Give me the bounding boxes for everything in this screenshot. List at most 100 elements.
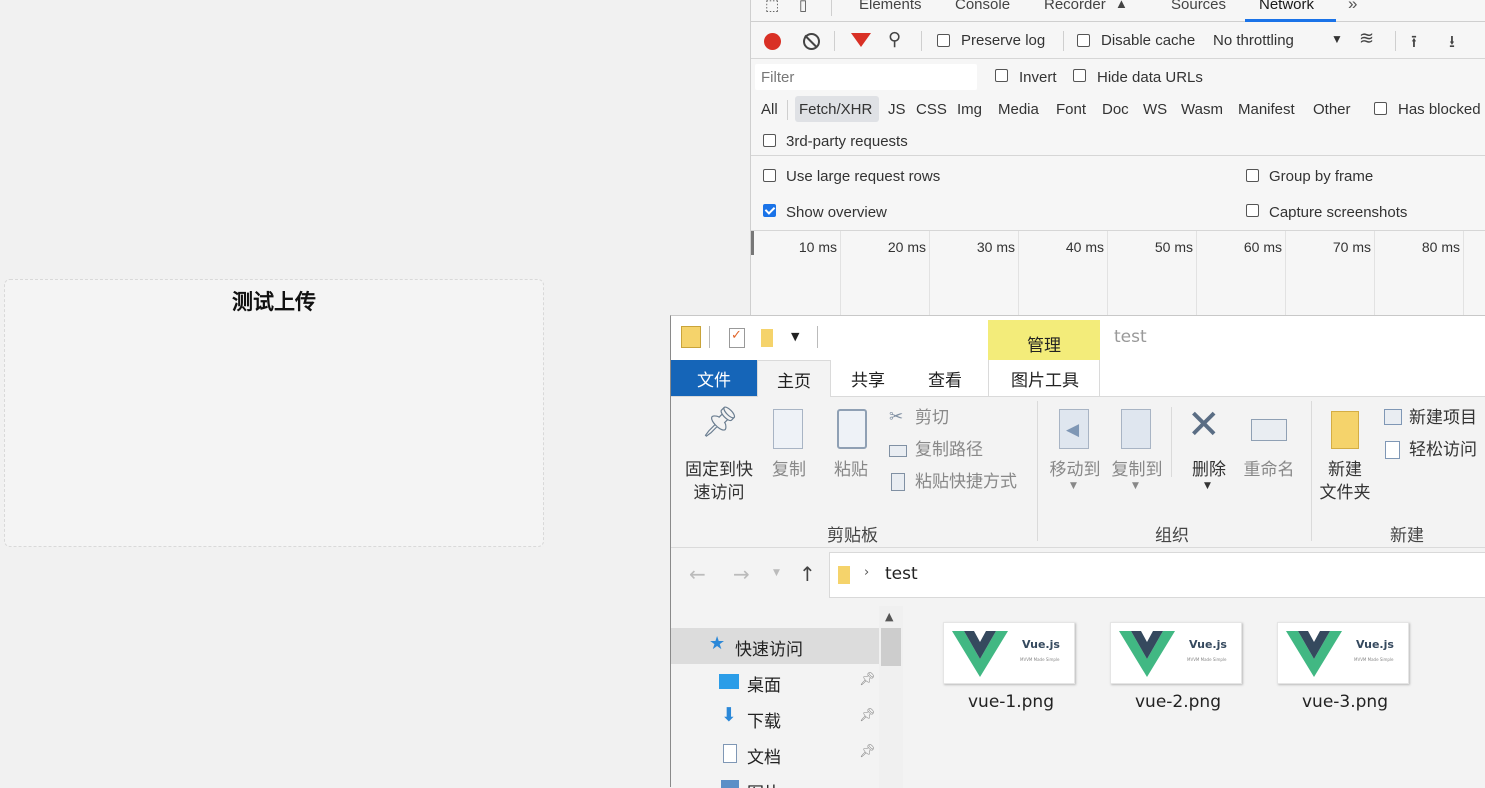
pin-icon[interactable]: 📌︎: [859, 672, 876, 687]
new-item-button[interactable]: 新建项目: [1409, 407, 1477, 430]
tab-file[interactable]: 文件: [671, 360, 757, 396]
divider: [831, 0, 832, 16]
more-tabs-icon[interactable]: »: [1348, 0, 1357, 14]
tab-elements[interactable]: Elements: [859, 0, 922, 13]
search-icon[interactable]: ⚲: [888, 29, 901, 50]
group-by-frame-label: Group by frame: [1269, 168, 1374, 185]
chevron-right-icon[interactable]: ›: [864, 565, 869, 580]
has-blocked-checkbox[interactable]: [1374, 102, 1387, 115]
manage-context-tab[interactable]: 管理: [988, 320, 1100, 360]
type-fetch-xhr[interactable]: Fetch/XHR: [799, 101, 872, 118]
tab-home[interactable]: 主页: [757, 360, 831, 397]
export-har-icon[interactable]: ⭳: [1449, 29, 1455, 58]
timeline-tick-label: 80 ms: [1421, 239, 1460, 255]
nav-quick-access[interactable]: ★ 快速访问: [671, 628, 879, 664]
group-by-frame-checkbox[interactable]: [1246, 169, 1259, 182]
clear-icon[interactable]: [803, 33, 820, 50]
network-conditions-icon[interactable]: ≋: [1359, 28, 1374, 49]
nav-scrollbar[interactable]: ▲: [879, 606, 903, 788]
tab-sources[interactable]: Sources: [1171, 0, 1226, 13]
timeline-gridline: [1374, 231, 1375, 321]
timeline-handle[interactable]: [751, 231, 754, 255]
third-party-checkbox[interactable]: [763, 134, 776, 147]
inspect-icon[interactable]: ⬚: [765, 0, 779, 14]
type-ws[interactable]: WS: [1143, 101, 1167, 118]
cut-button[interactable]: 剪切: [915, 407, 949, 430]
new-folder-button[interactable]: 新建 文件夹: [1315, 459, 1375, 505]
chevron-down-icon[interactable]: ▼: [1331, 32, 1343, 46]
import-har-icon[interactable]: ⭱: [1411, 29, 1417, 58]
clipboard-group-label: 剪贴板: [827, 526, 878, 546]
type-css[interactable]: CSS: [916, 101, 947, 118]
show-overview-checkbox[interactable]: [763, 204, 776, 217]
record-icon[interactable]: [764, 33, 781, 50]
group-divider: [1037, 401, 1038, 541]
pin-icon[interactable]: 📌︎: [859, 744, 876, 759]
nav-documents[interactable]: 文档 📌︎: [671, 736, 879, 772]
back-icon[interactable]: ←: [689, 562, 706, 586]
easy-access-button[interactable]: 轻松访问: [1409, 439, 1477, 462]
copy-path-button[interactable]: 复制路径: [915, 439, 983, 462]
tab-view[interactable]: 查看: [928, 366, 962, 391]
preserve-log-checkbox[interactable]: [937, 34, 950, 47]
type-manifest[interactable]: Manifest: [1238, 101, 1295, 118]
delete-button[interactable]: 删除: [1185, 459, 1233, 482]
tab-console[interactable]: Console: [955, 0, 1010, 13]
pin-to-quick-access-button[interactable]: 固定到快 速访问: [679, 459, 759, 505]
overview-timeline[interactable]: 10 ms 20 ms 30 ms 40 ms 50 ms 60 ms 70 m…: [751, 230, 1485, 321]
capture-screenshots-checkbox[interactable]: [1246, 204, 1259, 217]
paste-button[interactable]: 粘贴: [829, 459, 873, 482]
tab-picture-tools[interactable]: 图片工具: [988, 360, 1100, 397]
nav-desktop[interactable]: 桌面 📌︎: [671, 664, 879, 700]
filter-icon[interactable]: [851, 33, 871, 47]
move-to-button[interactable]: 移动到: [1045, 459, 1105, 482]
device-toggle-icon[interactable]: ▯: [799, 0, 807, 14]
tab-picture-tools-label: 图片工具: [1011, 371, 1079, 391]
copy-to-button[interactable]: 复制到: [1107, 459, 1167, 482]
type-img[interactable]: Img: [957, 101, 982, 118]
nav-downloads[interactable]: ⬇ 下载 📌︎: [671, 700, 879, 736]
properties-icon[interactable]: ✓: [729, 328, 745, 348]
paste-shortcut-button[interactable]: 粘贴快捷方式: [915, 471, 1017, 494]
type-other[interactable]: Other: [1313, 101, 1351, 118]
up-icon[interactable]: ↑: [799, 562, 816, 586]
pin-icon[interactable]: 📌︎: [859, 708, 876, 723]
file-explorer-window: ✓ ▼ 管理 test 文件 主页 共享 查看 图片工具 📌︎ 固定到快 速访问…: [670, 315, 1485, 788]
type-all[interactable]: All: [761, 101, 778, 118]
scroll-up-icon[interactable]: ▲: [885, 610, 893, 623]
chevron-down-icon: ▼: [1132, 481, 1139, 491]
type-media[interactable]: Media: [998, 101, 1039, 118]
address-bar[interactable]: › test: [829, 552, 1485, 598]
timeline-tick-label: 30 ms: [976, 239, 1015, 255]
hide-data-urls-checkbox[interactable]: [1073, 69, 1086, 82]
throttling-select[interactable]: No throttling: [1213, 32, 1294, 49]
recent-locations-icon[interactable]: ▼: [773, 568, 780, 578]
recorder-flask-icon: ▲: [1115, 0, 1128, 11]
delete-x-icon: ✕: [1187, 402, 1221, 448]
type-wasm[interactable]: Wasm: [1181, 101, 1223, 118]
divider: [787, 100, 788, 120]
nav-desktop-label: 桌面: [747, 676, 781, 696]
tab-recorder[interactable]: Recorder: [1044, 0, 1106, 13]
type-js[interactable]: JS: [888, 101, 906, 118]
rename-button[interactable]: 重命名: [1239, 459, 1299, 482]
tab-network[interactable]: Network: [1259, 0, 1314, 13]
active-tab-indicator: [1245, 19, 1336, 22]
tab-share[interactable]: 共享: [851, 366, 885, 391]
upload-area[interactable]: 测试上传: [4, 279, 544, 547]
vue-logo-icon: [952, 631, 1008, 677]
forward-icon[interactable]: →: [733, 562, 750, 586]
filter-input[interactable]: Filter: [755, 64, 977, 90]
type-doc[interactable]: Doc: [1102, 101, 1129, 118]
type-font[interactable]: Font: [1056, 101, 1086, 118]
copy-button[interactable]: 复制: [767, 459, 811, 482]
third-party-label: 3rd-party requests: [786, 133, 908, 150]
address-path[interactable]: test: [885, 564, 918, 584]
invert-checkbox[interactable]: [995, 69, 1008, 82]
customize-toolbar-icon[interactable]: ▼: [791, 330, 799, 343]
nav-pictures[interactable]: 图片: [671, 772, 879, 788]
new-folder-quick-icon[interactable]: [761, 329, 773, 347]
scrollbar-thumb[interactable]: [881, 628, 901, 666]
large-rows-checkbox[interactable]: [763, 169, 776, 182]
disable-cache-checkbox[interactable]: [1077, 34, 1090, 47]
